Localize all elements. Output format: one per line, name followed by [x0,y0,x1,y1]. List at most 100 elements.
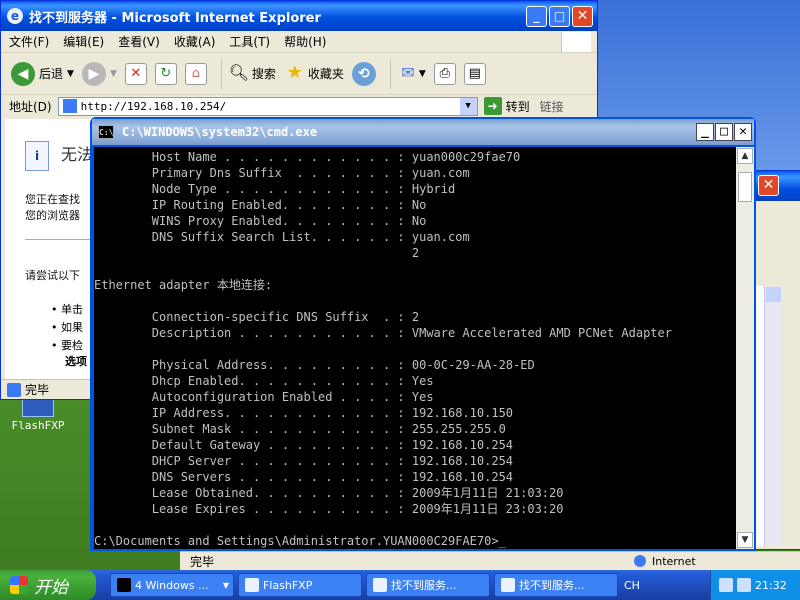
list-item: • 要检 [51,339,83,352]
ie-window-title: 找不到服务器 - Microsoft Internet Explorer [29,10,321,26]
zone-indicator: Internet [634,555,696,568]
ie2-scrollbar[interactable] [764,286,781,546]
mail-dropdown-icon[interactable]: ▼ [419,69,426,79]
start-label: 开始 [34,577,68,598]
address-bar: 地址(D) http://192.168.10.254/ ▼ ➜ 转到 链接 [1,95,597,117]
error-text-1: 您正在查找 [25,193,80,206]
toolbar: ◀ 后退 ▼ ▶ ▼ ✕ ↻ ⌂ 🔍︎ 搜索 ★ 收藏夹 ⟲ ✉ ▼ ⎙ ▤ [1,53,597,95]
ie2-status-text: 完毕 [190,554,215,569]
go-label: 转到 [505,99,530,114]
start-button[interactable]: 开始 [0,570,96,600]
menu-view[interactable]: 查看(V) [118,33,160,50]
menu-favorites[interactable]: 收藏(A) [174,33,216,50]
menu-help[interactable]: 帮助(H) [284,33,326,50]
print-button[interactable]: ⎙ [433,62,456,85]
print-icon: ⎙ [433,62,456,85]
home-button[interactable]: ⌂ [184,62,207,85]
cmd-minimize-button[interactable]: _ [696,123,714,141]
ie2-close-button[interactable]: ✕ [758,175,779,196]
volume-icon[interactable] [737,578,751,592]
error-text-2: 您的浏览器 [25,209,80,222]
edit-icon: ▤ [463,62,486,85]
mail-icon: ✉ [401,62,415,82]
address-input[interactable]: http://192.168.10.254/ ▼ [57,96,478,116]
scroll-down-icon[interactable]: ▼ [737,532,753,548]
cmd-icon [117,578,131,592]
home-icon: ⌂ [184,62,207,85]
cmd-output[interactable]: Host Name . . . . . . . . . . . . : yuan… [94,147,736,549]
globe-icon [634,555,647,567]
menu-tools[interactable]: 工具(T) [229,33,270,50]
maximize-button[interactable]: □ [549,5,570,27]
forward-button[interactable]: ▶ ▼ [81,61,117,86]
language-indicator[interactable]: CH [624,579,694,592]
list-item: • 单击 [51,303,83,316]
cmd-title-bar[interactable]: C:\ C:\WINDOWS\system32\cmd.exe _ □ ✕ [92,119,754,145]
back-button[interactable]: ◀ 后退 ▼ [11,61,74,86]
group-dropdown-icon: ▼ [222,580,229,590]
refresh-button[interactable]: ↻ [154,62,177,85]
cmd-text: Host Name . . . . . . . . . . . . : yuan… [94,150,672,548]
favorites-star-icon: ★ [286,61,303,83]
ie2-status-bar: 完毕 Internet [180,551,800,570]
mail-button[interactable]: ✉ ▼ [397,63,426,85]
ie-title-bar[interactable]: e 找不到服务器 - Microsoft Internet Explorer _… [1,1,597,31]
address-label: 地址(D) [9,99,52,114]
history-button[interactable]: ⟲ [351,61,376,86]
scroll-thumb[interactable] [738,172,752,202]
network-icon[interactable] [719,578,733,592]
menu-edit[interactable]: 编辑(E) [63,33,104,50]
scroll-up-icon[interactable]: ▲ [737,148,753,164]
scroll-up-icon[interactable] [766,287,781,302]
status-page-icon [7,382,21,397]
flashfxp-icon [245,578,259,592]
address-value: http://192.168.10.254/ [80,99,227,113]
list-item: • 如果 [51,321,83,334]
taskbar-item-flashfxp[interactable]: FlashFXP [238,573,362,597]
cmd-window[interactable]: C:\ C:\WINDOWS\system32\cmd.exe _ □ ✕ Ho… [90,117,756,551]
menu-file[interactable]: 文件(F) [9,33,49,50]
desktop-icon-label: FlashFXP [11,419,65,432]
back-dropdown-icon[interactable]: ▼ [67,69,74,79]
search-icon: 🔍︎ [228,62,250,82]
info-icon: i [25,141,49,171]
search-label: 搜索 [251,67,276,81]
stop-icon: ✕ [124,62,147,85]
windows-flag-icon [10,576,28,594]
stop-button[interactable]: ✕ [124,62,147,85]
back-label: 后退 [39,67,64,81]
clock[interactable]: 21:32 [755,579,787,592]
search-button[interactable]: 🔍︎ 搜索 [228,63,276,85]
address-dropdown-icon[interactable]: ▼ [459,97,477,115]
ie-icon [501,578,515,592]
taskbar-item-ie-1[interactable]: 找不到服务... [366,573,490,597]
forward-dropdown-icon[interactable]: ▼ [110,69,117,79]
error-text-3: 请尝试以下 [25,269,80,282]
cmd-close-button[interactable]: ✕ [734,123,752,141]
cmd-scrollbar[interactable]: ▲ ▼ [736,147,754,549]
minimize-button[interactable]: _ [526,5,547,27]
ie-icon [373,578,387,592]
edit-button[interactable]: ▤ [463,62,486,85]
cmd-window-title: C:\WINDOWS\system32\cmd.exe [122,125,318,139]
go-button[interactable]: ➜ 转到 [483,97,530,115]
taskbar-item-cmd-group[interactable]: 4 Windows ... ▼ [110,573,234,597]
menu-bar: 文件(F) 编辑(E) 查看(V) 收藏(A) 工具(T) 帮助(H) [1,31,597,53]
toolbar-divider [220,58,222,89]
favorites-label: 收藏夹 [307,67,344,81]
favorites-button[interactable]: ★ 收藏夹 [284,61,344,85]
forward-arrow-icon: ▶ [81,61,106,86]
close-button[interactable]: ✕ [572,5,593,27]
list-item: 选项 [65,355,87,368]
desktop-icon-flashfxp[interactable]: FlashFXP [8,395,68,432]
error-title: 无法 [61,145,94,164]
go-arrow-icon: ➜ [483,97,502,115]
back-arrow-icon: ◀ [11,61,35,86]
refresh-icon: ↻ [154,62,177,85]
status-text: 完毕 [25,383,50,397]
windows-logo-icon [561,31,591,52]
cmd-maximize-button[interactable]: □ [715,123,733,141]
history-icon: ⟲ [351,61,376,86]
links-label[interactable]: 链接 [540,98,564,115]
taskbar-item-ie-2[interactable]: 找不到服务... [494,573,618,597]
